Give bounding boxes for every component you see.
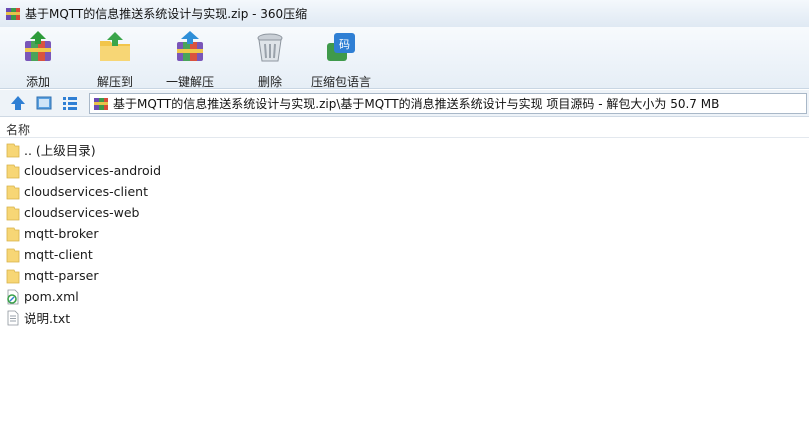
toolbar: 添加 解压到 一键解压 删除 码 压缩包语言: [0, 27, 809, 89]
archive-language-button[interactable]: 码 压缩包语言: [311, 29, 372, 89]
up-arrow-icon[interactable]: [9, 94, 27, 112]
list-view-icon[interactable]: [61, 94, 79, 112]
xml-file-icon: [6, 289, 20, 305]
folder-icon: [6, 268, 20, 284]
list-item-name: cloudservices-web: [24, 205, 140, 220]
list-item[interactable]: cloudservices-client: [0, 181, 809, 202]
list-item-name: mqtt-broker: [24, 226, 99, 241]
path-field[interactable]: 基于MQTT的信息推送系统设计与实现.zip\基于MQTT的消息推送系统设计与实…: [89, 93, 807, 114]
archive-icon: [5, 6, 21, 22]
list-item-name: cloudservices-android: [24, 163, 162, 178]
svg-text:码: 码: [339, 38, 350, 51]
folder-icon: [6, 142, 20, 158]
add-button[interactable]: 添加: [20, 29, 56, 89]
name-column-header[interactable]: 名称: [0, 118, 809, 138]
address-bar: 基于MQTT的信息推送系统设计与实现.zip\基于MQTT的消息推送系统设计与实…: [0, 90, 809, 117]
extract-to-label: 解压到: [97, 75, 134, 89]
folder-icon: [6, 247, 20, 263]
file-list: .. (上级目录) cloudservices-android cloudser…: [0, 139, 809, 328]
trash-bin-icon: [252, 29, 288, 68]
list-item-name: mqtt-client: [24, 247, 93, 262]
folder-icon: [6, 184, 20, 200]
list-item[interactable]: pom.xml: [0, 286, 809, 307]
quick-extract-button[interactable]: 一键解压: [166, 29, 215, 89]
folder-icon: [6, 163, 20, 179]
list-item[interactable]: cloudservices-web: [0, 202, 809, 223]
folder-icon: [6, 205, 20, 221]
add-archive-icon: [20, 29, 56, 68]
archive-window: 基于MQTT的信息推送系统设计与实现.zip - 360压缩 添加 解压到 一键…: [0, 0, 809, 443]
name-column-label: 名称: [6, 123, 31, 137]
extract-to-button[interactable]: 解压到: [97, 29, 134, 89]
list-item-parent-directory[interactable]: .. (上级目录): [0, 139, 809, 160]
folder-icon: [6, 226, 20, 242]
delete-button[interactable]: 删除: [252, 29, 288, 89]
list-item-name: pom.xml: [24, 289, 79, 304]
path-text: 基于MQTT的信息推送系统设计与实现.zip\基于MQTT的消息推送系统设计与实…: [113, 97, 720, 111]
view-toggle-icon[interactable]: [35, 94, 53, 112]
list-item[interactable]: 说明.txt: [0, 307, 809, 328]
archive-language-label: 压缩包语言: [311, 75, 372, 89]
list-item[interactable]: mqtt-client: [0, 244, 809, 265]
list-item[interactable]: mqtt-parser: [0, 265, 809, 286]
list-item-name: mqtt-parser: [24, 268, 99, 283]
language-code-icon: 码: [323, 29, 359, 68]
list-item-name: .. (上级目录): [24, 143, 96, 158]
title-bar: 基于MQTT的信息推送系统设计与实现.zip - 360压缩: [0, 0, 809, 27]
add-button-label: 添加: [25, 75, 50, 89]
window-title: 基于MQTT的信息推送系统设计与实现.zip - 360压缩: [25, 7, 308, 21]
list-item-name: cloudservices-client: [24, 184, 148, 199]
list-item[interactable]: mqtt-broker: [0, 223, 809, 244]
delete-label: 删除: [257, 75, 282, 89]
list-item-name: 说明.txt: [24, 311, 71, 326]
text-file-icon: [6, 310, 20, 326]
quick-extract-label: 一键解压: [166, 75, 215, 89]
list-item[interactable]: cloudservices-android: [0, 160, 809, 181]
extract-folder-icon: [97, 29, 133, 68]
archive-path-icon: [93, 97, 109, 111]
quick-extract-icon: [172, 29, 208, 68]
